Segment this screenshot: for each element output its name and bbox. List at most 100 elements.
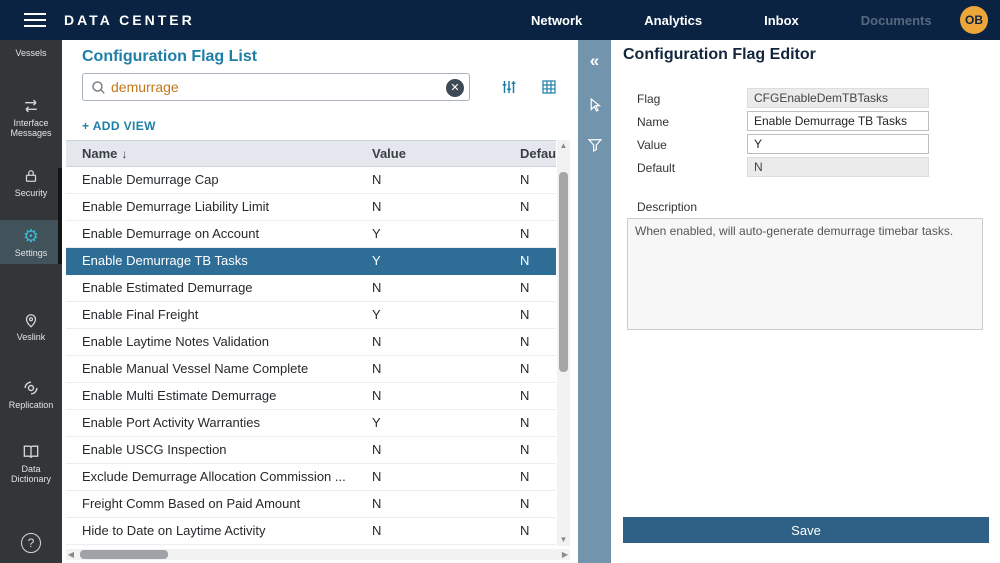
table-row[interactable]: Enable Demurrage on AccountYN (66, 221, 556, 248)
scroll-left-icon[interactable]: ◀ (66, 549, 76, 560)
cell-default: N (520, 329, 556, 355)
cell-value: N (372, 275, 520, 301)
field-label-value: Value (637, 134, 745, 156)
field-label-flag: Flag (637, 88, 745, 110)
table-row[interactable]: Exclude Demurrage Allocation Commission … (66, 464, 556, 491)
field-row-flag: Flag (637, 88, 967, 110)
table-header[interactable]: Name↓ Value Default (66, 140, 556, 167)
table-row[interactable]: Enable Demurrage Liability LimitNN (66, 194, 556, 221)
cell-default: N (520, 248, 556, 274)
cell-name: Enable Laytime Notes Validation (82, 329, 372, 355)
field-label-name: Name (637, 111, 745, 133)
table-row[interactable]: Enable Estimated DemurrageNN (66, 275, 556, 302)
select-tool-button[interactable] (578, 90, 611, 122)
cell-value: N (372, 437, 520, 463)
cell-value: N (372, 518, 520, 544)
sidebar-item-replication[interactable]: Replication (0, 372, 62, 416)
cell-value: N (372, 383, 520, 409)
cell-default: N (520, 275, 556, 301)
cell-value: Y (372, 248, 520, 274)
flag-field[interactable] (747, 88, 929, 108)
menu-icon[interactable] (24, 13, 46, 27)
sidebar-item-vessels[interactable]: Vessels (0, 42, 62, 64)
cell-value: Y (372, 410, 520, 436)
table-row[interactable]: Enable Multi Estimate DemurrageNN (66, 383, 556, 410)
table-row[interactable]: Hide to Date on Laytime ActivityNN (66, 518, 556, 545)
configuration-flag-editor-panel: Configuration Flag Editor FlagNameValueD… (611, 40, 1000, 563)
save-button[interactable]: Save (623, 517, 989, 543)
nav-item-analytics[interactable]: Analytics (613, 13, 733, 28)
nav-item-documents[interactable]: Documents (830, 13, 963, 28)
cell-default: N (520, 221, 556, 247)
add-view-button[interactable]: + ADD VIEW (82, 119, 156, 133)
table-row[interactable]: Enable Demurrage TB TasksYN (66, 248, 556, 275)
cell-name: Enable Multi Estimate Demurrage (82, 383, 372, 409)
default-field[interactable] (747, 157, 929, 177)
sidebar-item-interface-messages[interactable]: Interface Messages (0, 90, 62, 144)
vertical-scrollbar[interactable]: ▲ ▼ (557, 140, 570, 546)
column-header-value[interactable]: Value (372, 141, 520, 167)
cell-name: Enable Demurrage Cap (82, 167, 372, 193)
search-icon (90, 79, 108, 102)
search-box: ✕ (82, 73, 470, 101)
horizontal-scrollbar-thumb[interactable] (80, 550, 168, 559)
sidebar-item-label: Data Dictionary (0, 464, 62, 484)
avatar[interactable]: OB (960, 6, 988, 34)
sidebar-item-veslink[interactable]: Veslink (0, 304, 62, 348)
cell-name: Enable Estimated Demurrage (82, 275, 372, 301)
sidebar-item-label: Interface Messages (0, 118, 62, 138)
value-field[interactable] (747, 134, 929, 154)
cell-name: Enable Demurrage TB Tasks (82, 248, 372, 274)
vertical-scrollbar-thumb[interactable] (559, 172, 568, 372)
scroll-down-icon[interactable]: ▼ (557, 534, 570, 546)
table-row[interactable]: Freight Comm Based on Paid AmountNN (66, 491, 556, 518)
table-row[interactable]: Enable Port Activity WarrantiesYN (66, 410, 556, 437)
column-header-default[interactable]: Default (520, 141, 556, 167)
cell-default: N (520, 518, 556, 544)
horizontal-scrollbar[interactable]: ◀ ▶ (66, 549, 570, 560)
sidebar-item-data-dictionary[interactable]: Data Dictionary (0, 436, 62, 490)
table-row[interactable]: Enable Demurrage CapNN (66, 167, 556, 194)
cell-name: Hide to Date on Laytime Activity (82, 518, 372, 544)
sidebar-item-label: Veslink (0, 332, 62, 342)
name-field[interactable] (747, 111, 929, 131)
sidebar-item-security[interactable]: Security (0, 160, 62, 204)
cell-value: N (372, 464, 520, 490)
pin-icon (0, 310, 62, 330)
column-header-name[interactable]: Name↓ (82, 141, 372, 167)
editor-panel-title: Configuration Flag Editor (623, 46, 816, 64)
field-row-default: Default (637, 157, 967, 179)
sidebar-item-settings[interactable]: ⚙Settings (0, 220, 62, 264)
collapse-panel-button[interactable]: « (578, 46, 611, 78)
table-body: Enable Demurrage CapNNEnable Demurrage L… (66, 167, 556, 546)
table-row[interactable]: Enable Manual Vessel Name CompleteNN (66, 356, 556, 383)
sidebar-item-label: Replication (0, 400, 62, 410)
description-field[interactable]: When enabled, will auto-generate demurra… (627, 218, 983, 330)
table-row[interactable]: Enable USCG InspectionNN (66, 437, 556, 464)
scroll-right-icon[interactable]: ▶ (560, 549, 570, 560)
search-input[interactable] (111, 75, 439, 99)
configuration-flag-list-panel: Configuration Flag List ✕ + ADD VIEW Nam… (62, 40, 578, 563)
lock-icon (0, 166, 62, 186)
table-icon (540, 78, 558, 96)
table-row[interactable]: Enable Laytime Notes ValidationNN (66, 329, 556, 356)
sidebar-item-label: Security (0, 188, 62, 198)
help-button[interactable]: ? (0, 533, 62, 553)
nav-item-inbox[interactable]: Inbox (733, 13, 830, 28)
field-row-name: Name (637, 111, 967, 133)
nav-item-network[interactable]: Network (500, 13, 613, 28)
filter-tool-button[interactable] (578, 130, 611, 162)
filter-settings-button[interactable] (500, 78, 518, 101)
cell-name: Enable Port Activity Warranties (82, 410, 372, 436)
cell-default: N (520, 302, 556, 328)
help-icon: ? (21, 533, 41, 553)
book-icon (0, 442, 62, 462)
replication-icon (0, 378, 62, 398)
table-row[interactable]: Enable Final FreightYN (66, 302, 556, 329)
cell-default: N (520, 167, 556, 193)
clear-search-icon[interactable]: ✕ (446, 79, 464, 97)
cell-name: Enable USCG Inspection (82, 437, 372, 463)
grid-view-button[interactable] (540, 78, 558, 101)
cell-default: N (520, 383, 556, 409)
scroll-up-icon[interactable]: ▲ (557, 140, 570, 152)
